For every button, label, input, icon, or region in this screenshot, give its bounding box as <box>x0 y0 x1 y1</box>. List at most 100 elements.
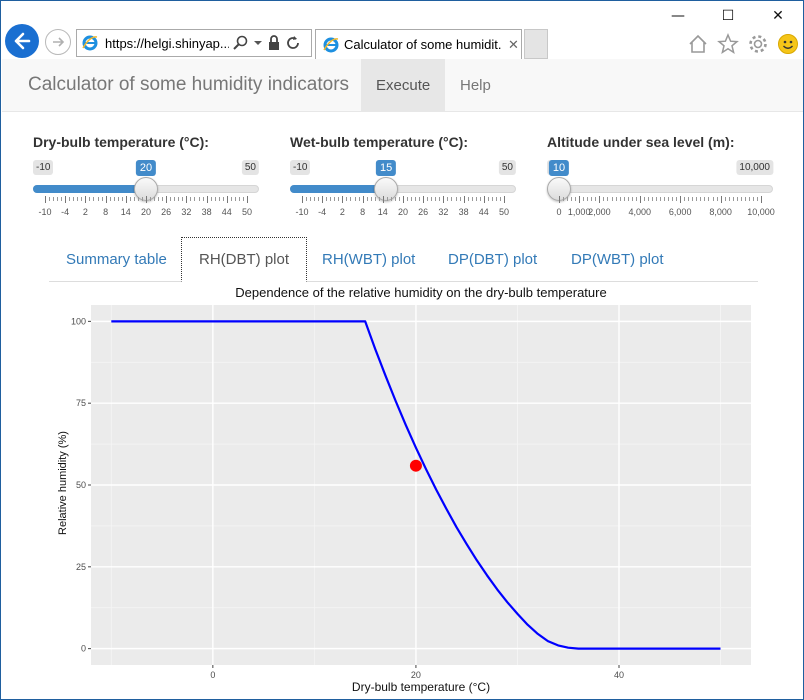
forward-button[interactable] <box>45 29 71 55</box>
slider-tick-major <box>105 196 107 203</box>
y-tick-label: 0 <box>81 644 86 654</box>
search-icon[interactable] <box>233 35 249 51</box>
gear-icon[interactable] <box>747 33 769 55</box>
x-axis-label: Dry-bulb temperature (°C) <box>352 680 490 694</box>
slider-tick <box>660 197 661 201</box>
slider-tick-major <box>504 196 505 203</box>
x-tick-label: 20 <box>411 670 421 680</box>
tab-rh-dbt-plot[interactable]: RH(DBT) plot <box>181 237 308 282</box>
slider-tick <box>133 197 135 201</box>
slider-tick <box>346 197 348 201</box>
arrow-left-icon <box>14 32 31 50</box>
back-button[interactable] <box>5 24 39 58</box>
home-icon[interactable] <box>687 33 709 55</box>
slider-tick-label: -4 <box>61 207 70 217</box>
slider-tick <box>676 197 678 201</box>
slider-tick-label: 8 <box>360 207 366 217</box>
url-text[interactable]: https://helgi.shinyap... <box>105 36 229 51</box>
slider-tick-major <box>443 196 445 203</box>
slider-track[interactable] <box>547 185 773 193</box>
slider-min: -10 <box>290 160 311 175</box>
slider-tick <box>479 197 481 201</box>
rh-dbt-plot: Dependence of the relative humidity on t… <box>1 283 803 699</box>
slider-tick-label: 44 <box>478 207 489 217</box>
slider-tick <box>174 197 176 201</box>
slider-tick <box>591 197 593 201</box>
slider-tick <box>214 197 216 201</box>
tab-summary-table[interactable]: Summary table <box>49 237 184 282</box>
slider-tick <box>611 197 613 201</box>
slider-tick <box>53 197 55 201</box>
slider-tick <box>242 197 244 201</box>
refresh-icon[interactable] <box>285 35 301 51</box>
slider-tick <box>390 197 392 201</box>
slider-tick <box>475 197 477 201</box>
slider-tick <box>708 197 710 201</box>
slider-tick <box>190 197 192 201</box>
slider-tick <box>386 197 388 201</box>
tab-dp-wbt-plot[interactable]: DP(WBT) plot <box>554 237 681 282</box>
slider-tick <box>234 197 236 201</box>
slider-tick-label: 1,000 <box>567 207 591 217</box>
slider-tick <box>740 197 742 201</box>
slider-tick <box>595 197 597 201</box>
slider-tick <box>736 197 738 201</box>
app-title: Calculator of some humidity indicators <box>28 74 350 95</box>
slider-tick <box>61 197 63 201</box>
dropdown-arrow-icon[interactable] <box>253 38 263 48</box>
slider-tick <box>752 197 754 201</box>
slider-tick-major <box>579 196 581 203</box>
slider-tick <box>655 197 657 201</box>
slider-tick-label: 38 <box>201 207 212 217</box>
slider-tick <box>724 197 726 201</box>
nav-help[interactable]: Help <box>445 59 506 111</box>
nav-execute[interactable]: Execute <box>361 59 446 111</box>
slider-layer: -10 50 20 -10 -4 2 8 14 20 26 32 38 44 50 -10 50 15 -10 -4… <box>1 134 803 234</box>
slider-tick <box>647 197 649 201</box>
current-point-marker <box>409 459 422 472</box>
lock-icon[interactable] <box>267 35 281 51</box>
slider-tick <box>69 197 71 201</box>
slider-tick-label: 14 <box>120 207 131 217</box>
slider-fill <box>33 185 146 193</box>
y-axis-label: Relative humidity (%) <box>57 431 69 535</box>
slider-tick <box>439 197 441 201</box>
y-tick-label: 25 <box>76 562 86 572</box>
slider-tick-label: 0 <box>556 207 562 217</box>
tab-rh-wbt-plot[interactable]: RH(WBT) plot <box>305 237 432 282</box>
browser-tab[interactable]: Calculator of some humidit... ✕ <box>315 29 522 59</box>
slider-tick <box>326 197 328 201</box>
slider-tick <box>97 197 99 201</box>
slider-tick <box>615 197 617 201</box>
close-tab-icon[interactable]: ✕ <box>508 37 519 53</box>
slider-tick <box>366 197 368 201</box>
smiley-icon[interactable] <box>777 33 799 55</box>
slider-tick <box>664 197 666 201</box>
slider-tick <box>109 197 111 201</box>
slider-tick <box>495 197 497 201</box>
slider-tick-major <box>463 196 465 203</box>
slider-tick <box>571 197 573 201</box>
slider-tick-major <box>761 196 762 203</box>
address-bar[interactable]: https://helgi.shinyap... <box>76 29 312 57</box>
slider-tick-label: 32 <box>438 207 449 217</box>
slider-tick-major <box>247 196 248 203</box>
tab-dp-dbt-plot[interactable]: DP(DBT) plot <box>431 237 554 282</box>
slider-tick <box>668 197 670 201</box>
slider-tick <box>728 197 730 201</box>
slider-tick <box>178 197 180 201</box>
ie-logo-icon <box>323 37 339 52</box>
slider-tick <box>447 197 449 201</box>
slider-tick <box>198 197 200 201</box>
slider-tick-major <box>206 196 208 203</box>
star-icon[interactable] <box>717 33 739 55</box>
slider-tick-label: 50 <box>498 207 510 217</box>
slider-tick-label: 2 <box>82 207 88 217</box>
tab-title: Calculator of some humidit... <box>344 37 502 52</box>
slider-tick-major <box>639 196 641 203</box>
new-tab-button[interactable] <box>524 29 548 59</box>
slider-value-badge: 20 <box>135 160 157 176</box>
slider-tick-label: 44 <box>221 207 232 217</box>
slider-tick-major <box>403 196 404 203</box>
slider-tick-label: 4,000 <box>628 207 652 217</box>
